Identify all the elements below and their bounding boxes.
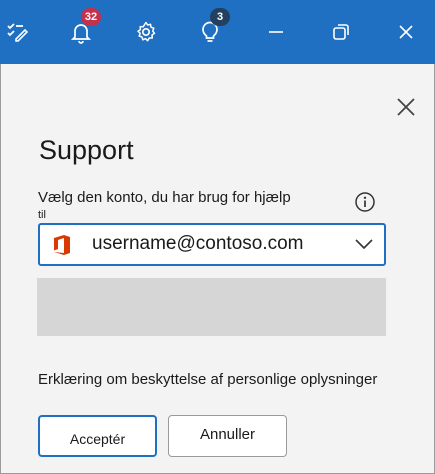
restore-icon (333, 24, 349, 40)
info-icon[interactable] (354, 191, 376, 213)
account-prompt: Vælg den konto, du har brug for hjælp ti… (38, 187, 338, 226)
edit-checklist-icon (7, 23, 29, 42)
window-close-button[interactable] (384, 10, 428, 54)
support-panel (1, 64, 434, 473)
content-placeholder (37, 278, 386, 336)
close-icon (399, 25, 413, 39)
close-icon (397, 98, 415, 116)
accept-button-label: Acceptér (69, 431, 126, 447)
chevron-down-icon (355, 239, 373, 250)
restore-button[interactable] (319, 10, 363, 54)
dialog-title: Support (39, 135, 134, 165)
notifications-badge: 32 (81, 8, 101, 26)
minimize-button[interactable] (254, 10, 298, 54)
tips-badge: 3 (210, 8, 230, 26)
privacy-statement-link[interactable]: Erklæring om beskyttelse af personlige o… (38, 371, 377, 388)
account-prompt-line1: Vælg den konto, du har brug for hjælp (38, 189, 291, 206)
office-logo-icon (54, 235, 70, 255)
edit-checklist-button[interactable] (0, 10, 39, 54)
cancel-button[interactable]: Annuller (168, 415, 287, 457)
gear-icon (137, 21, 156, 42)
minimize-icon (269, 31, 283, 33)
account-dropdown[interactable]: username@contoso.com (38, 223, 386, 266)
title-bar: 32 3 (0, 0, 435, 64)
cancel-button-label: Annuller (199, 425, 256, 443)
settings-button[interactable] (124, 10, 168, 54)
accept-button[interactable]: Acceptér (38, 415, 157, 457)
selected-account: username@contoso.com (92, 233, 304, 254)
dialog-close-button[interactable] (393, 94, 419, 120)
